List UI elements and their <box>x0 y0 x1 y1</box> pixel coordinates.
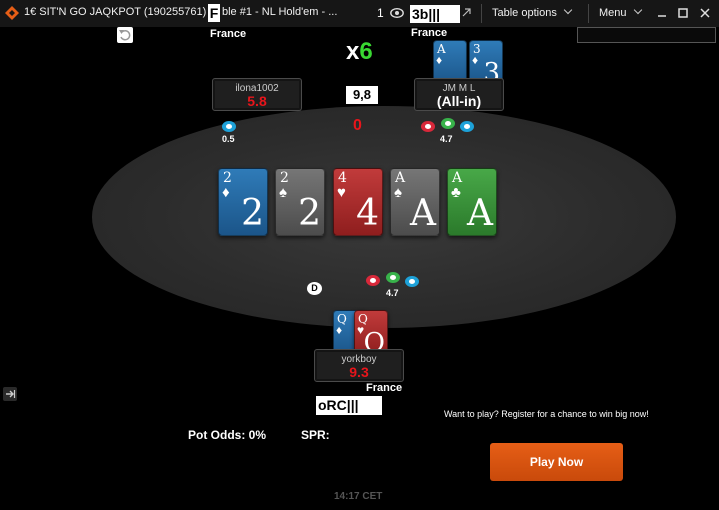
card-suit-icon: ♦ <box>472 53 479 67</box>
card-rank-large: A <box>467 193 493 234</box>
card-suit-icon: ♣ <box>451 184 461 201</box>
board-card-3: 4 ♥ 4 <box>333 168 383 236</box>
title-overlay-label: F <box>208 4 220 22</box>
hero-bet: 4.7 <box>386 288 399 298</box>
card-rank-large: 2 <box>241 193 264 234</box>
chip-icon <box>386 272 400 283</box>
clock: 14:17 CET <box>334 491 383 502</box>
left-player-bet: 0.5 <box>222 134 235 144</box>
menu-button[interactable]: Menu <box>599 5 642 19</box>
player-stack: 5.8 <box>247 93 267 109</box>
chevron-down-icon <box>563 5 573 15</box>
hero-overlay-label: oRC||| <box>316 396 382 415</box>
popout-icon[interactable] <box>462 8 471 17</box>
right-player-country: France <box>411 27 448 39</box>
menu-label: Menu <box>599 7 627 19</box>
card-rank: 2 <box>223 170 232 186</box>
card-rank: A <box>395 170 406 186</box>
table-options-menu[interactable]: Table options <box>492 5 573 19</box>
title-bar: 1€ SIT'N GO JAQKPOT (190255761) F ble #1… <box>0 0 719 27</box>
seat-hero[interactable]: yorkboy 9.3 <box>314 349 404 382</box>
card-rank-large: A <box>410 193 436 234</box>
seat-right[interactable]: JM M L (All-in) <box>414 78 504 111</box>
card-suit-icon: ♦ <box>336 323 343 337</box>
chip-icon <box>405 276 419 287</box>
card-suit-icon: ♠ <box>394 184 402 201</box>
card-rank-large: 2 <box>298 193 321 234</box>
board-card-5: A ♣ A <box>447 168 497 236</box>
window-title: 1€ SIT'N GO JAQKPOT (190255761) <box>24 6 207 18</box>
card-rank: A <box>452 170 463 186</box>
titlebar-overlay-label: 3b||| <box>410 5 460 23</box>
promo-text: Want to play? Register for a chance to w… <box>444 409 649 419</box>
pot-odds: Pot Odds: 0% <box>188 428 267 442</box>
separator <box>588 4 589 23</box>
pot-total: 9,8 <box>346 86 378 104</box>
top-left-country: France <box>210 28 247 40</box>
chevron-down-icon <box>633 5 642 15</box>
multiplier-value: 6 <box>359 38 373 65</box>
status-field <box>577 27 716 43</box>
side-panel-toggle[interactable] <box>3 387 17 401</box>
observer-count: 1 <box>377 6 384 20</box>
chip-icon <box>460 121 474 132</box>
multiplier-x: x <box>346 38 360 65</box>
chip-icon <box>421 121 435 132</box>
seat-left[interactable]: ilona1002 5.8 <box>212 78 302 111</box>
eye-icon[interactable] <box>390 7 404 19</box>
maximize-icon[interactable] <box>676 6 690 20</box>
card-rank: 2 <box>280 170 289 186</box>
board-card-4: A ♠ A <box>390 168 440 236</box>
board-card-2: 2 ♠ 2 <box>275 168 325 236</box>
card-rank: 4 <box>338 170 347 186</box>
card-suit-icon: ♦ <box>436 53 443 67</box>
card-suit-icon: ♠ <box>279 184 287 201</box>
card-suit-icon: ♦ <box>222 184 230 201</box>
dealer-button: D <box>307 282 322 295</box>
player-stack: 9.3 <box>349 364 369 380</box>
chip-icon <box>441 118 455 129</box>
partypoker-logo-icon <box>5 6 19 20</box>
poker-table-felt <box>92 106 676 328</box>
close-icon[interactable] <box>698 6 712 20</box>
card-suit-icon: ♥ <box>337 184 346 201</box>
board-card-1: 2 ♦ 2 <box>218 168 268 236</box>
right-player-bet: 4.7 <box>440 134 453 144</box>
table-name: ble #1 - NL Hold'em - ... <box>222 6 338 18</box>
chip-icon <box>366 275 380 286</box>
arrow-right-icon <box>6 390 16 398</box>
player-stack: (All-in) <box>436 93 482 109</box>
undo-button[interactable] <box>117 27 133 43</box>
separator <box>481 4 482 23</box>
spr: SPR: <box>301 428 330 442</box>
minimize-icon[interactable] <box>655 6 669 20</box>
chip-icon <box>222 121 236 132</box>
table-options-label: Table options <box>492 7 557 19</box>
card-rank-large: 4 <box>356 193 379 234</box>
pot-zero: 0 <box>353 117 362 134</box>
prize-multiplier: x6 <box>346 38 373 66</box>
play-now-button[interactable]: Play Now <box>490 443 623 481</box>
undo-icon <box>119 29 131 41</box>
hero-country: France <box>366 382 403 394</box>
